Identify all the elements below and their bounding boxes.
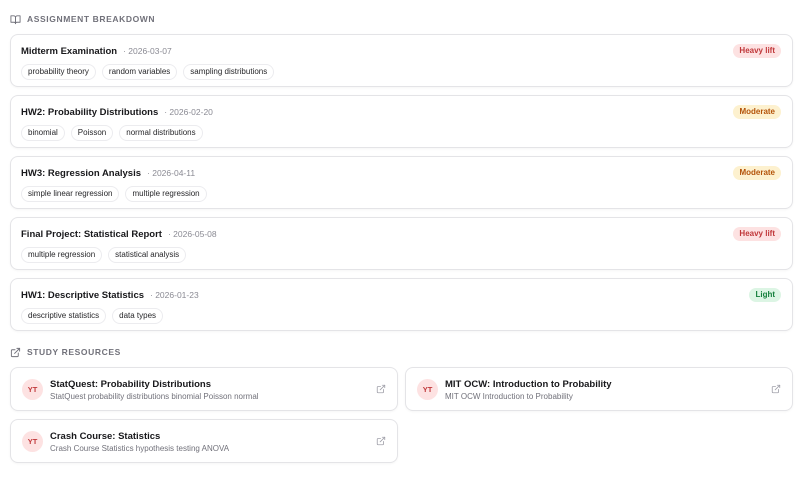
external-link-icon[interactable] [376, 436, 386, 446]
external-link-icon[interactable] [771, 384, 781, 394]
topic-tags: multiple regression statistical analysis [21, 247, 187, 263]
youtube-badge: YT [22, 379, 43, 400]
workload-badge: Light [749, 288, 781, 302]
resource-title: StatQuest: Probability Distributions [50, 379, 211, 390]
assignment-title: HW1: Descriptive Statistics [21, 290, 145, 301]
assignment-card[interactable]: HW2: Probability Distributions · 2026-02… [10, 95, 793, 148]
workload-badge: Heavy lift [733, 44, 781, 58]
assignment-date: · 2026-01-23 [150, 290, 199, 300]
study-resources-header: STUDY RESOURCES [10, 345, 121, 359]
workload-badge: Heavy lift [733, 227, 781, 241]
assignment-breakdown-header: ASSIGNMENT BREAKDOWN [10, 12, 155, 26]
assignment-title: HW3: Regression Analysis [21, 168, 142, 179]
workload-badge: Moderate [733, 105, 781, 119]
topic-tags: binomial Poisson normal distributions [21, 125, 203, 141]
book-open-icon [10, 14, 21, 25]
topic-tag: sampling distributions [183, 64, 275, 80]
topic-tag: Poisson [70, 125, 114, 141]
assignment-date: · 2026-04-11 [147, 168, 196, 178]
youtube-badge: YT [22, 431, 43, 452]
assignment-card[interactable]: HW3: Regression Analysis · 2026-04-11 si… [10, 156, 793, 209]
youtube-badge: YT [417, 379, 438, 400]
resource-description: StatQuest probability distributions bino… [50, 392, 259, 401]
topic-tag: binomial [21, 125, 65, 141]
resource-title: MIT OCW: Introduction to Probability [445, 379, 612, 390]
topic-tag: normal distributions [119, 125, 203, 141]
topic-tag: descriptive statistics [21, 308, 107, 324]
external-link-icon [10, 347, 21, 358]
topic-tag: data types [112, 308, 164, 324]
topic-tag: statistical analysis [108, 247, 187, 263]
workload-badge: Moderate [733, 166, 781, 180]
topic-tag: multiple regression [21, 247, 103, 263]
assignment-date: · 2026-02-20 [164, 107, 213, 117]
assignment-title: Final Project: Statistical Report [21, 229, 162, 240]
topic-tag: multiple regression [125, 186, 207, 202]
topic-tag: random variables [101, 64, 178, 80]
resource-description: MIT OCW Introduction to Probability [445, 392, 573, 401]
resource-description: Crash Course Statistics hypothesis testi… [50, 444, 230, 453]
section-title: ASSIGNMENT BREAKDOWN [27, 14, 156, 24]
assignment-card[interactable]: Midterm Examination · 2026-03-07 probabi… [10, 34, 793, 87]
topic-tags: simple linear regression multiple regres… [21, 186, 207, 202]
assignment-card[interactable]: HW1: Descriptive Statistics · 2026-01-23… [10, 278, 793, 331]
topic-tags: descriptive statistics data types [21, 308, 164, 324]
resource-card[interactable]: YT MIT OCW: Introduction to Probability … [405, 367, 793, 411]
external-link-icon[interactable] [376, 384, 386, 394]
assignment-title: HW2: Probability Distributions [21, 107, 159, 118]
assignment-date: · 2026-03-07 [123, 46, 172, 56]
resource-title: Crash Course: Statistics [50, 431, 161, 442]
section-title: STUDY RESOURCES [27, 347, 121, 357]
topic-tag: simple linear regression [21, 186, 120, 202]
assignment-card[interactable]: Final Project: Statistical Report · 2026… [10, 217, 793, 270]
assignment-title: Midterm Examination [21, 46, 118, 57]
assignment-date: · 2026-05-08 [167, 229, 217, 239]
topic-tag: probability theory [21, 64, 96, 80]
resource-card[interactable]: YT StatQuest: Probability Distributions … [10, 367, 398, 411]
resource-card[interactable]: YT Crash Course: Statistics Crash Course… [10, 419, 398, 463]
topic-tags: probability theory random variables samp… [21, 64, 275, 80]
